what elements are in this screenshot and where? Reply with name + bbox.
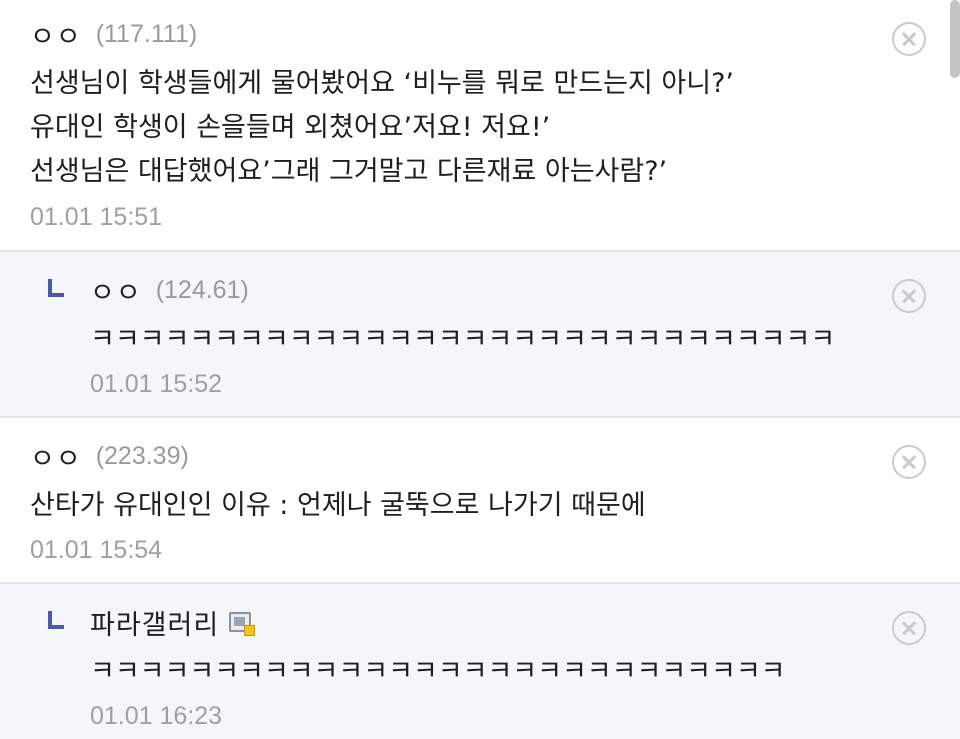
comment-timestamp: 01.01 15:54 [30, 536, 163, 564]
comment-text: 산타가 유대인인 이유 : 언제나 굴뚝으로 나가기 때문에 [30, 484, 646, 528]
reply-item: ㅇㅇ (124.61) ㅋㅋㅋㅋㅋㅋㅋㅋㅋㅋㅋㅋㅋㅋㅋㅋㅋㅋㅋㅋㅋㅋㅋㅋㅋㅋㅋㅋ… [0, 252, 960, 418]
delete-comment-icon[interactable] [892, 445, 926, 479]
comment-line: 유대인 학생이 손을들며 외쳤어요’저요! 저요!’ [30, 112, 551, 143]
reply-arrow-icon [48, 611, 64, 629]
comment-line: 선생님이 학생들에게 물어봤어요 ‘비누를 뭐로 만드는지 아니?’ [30, 68, 734, 99]
comment-text: ㅋㅋㅋㅋㅋㅋㅋㅋㅋㅋㅋㅋㅋㅋㅋㅋㅋㅋㅋㅋㅋㅋㅋㅋㅋㅋㅋㅋㅋㅋ [90, 318, 835, 362]
comment-text: 선생님이 학생들에게 물어봤어요 ‘비누를 뭐로 만드는지 아니?’ 유대인 학… [30, 62, 734, 194]
gallery-member-icon [229, 612, 256, 636]
comment-header: ㅇㅇ (223.39) [30, 437, 189, 476]
comment-list: ㅇㅇ (117.111) 선생님이 학생들에게 물어봤어요 ‘비누를 뭐로 만드… [0, 0, 960, 739]
comment-line: 선생님은 대답했어요’그래 그거말고 다른재료 아는사람?’ [30, 156, 668, 187]
reply-item: 파라갤러리 ㅋㅋㅋㅋㅋㅋㅋㅋㅋㅋㅋㅋㅋㅋㅋㅋㅋㅋㅋㅋㅋㅋㅋㅋㅋㅋㅋㅋ 01.01… [0, 584, 960, 739]
comment-nickname[interactable]: ㅇㅇ [90, 271, 142, 310]
comment-line: 산타가 유대인인 이유 : 언제나 굴뚝으로 나가기 때문에 [30, 490, 646, 521]
comment-nickname[interactable]: 파라갤러리 [90, 603, 219, 642]
scrollbar[interactable] [950, 0, 960, 78]
comment-line: ㅋㅋㅋㅋㅋㅋㅋㅋㅋㅋㅋㅋㅋㅋㅋㅋㅋㅋㅋㅋㅋㅋㅋㅋㅋㅋㅋㅋㅋㅋ [90, 324, 836, 355]
comment-ip: (124.61) [155, 275, 249, 304]
comment-timestamp: 01.01 15:52 [90, 370, 223, 398]
comment-text: ㅋㅋㅋㅋㅋㅋㅋㅋㅋㅋㅋㅋㅋㅋㅋㅋㅋㅋㅋㅋㅋㅋㅋㅋㅋㅋㅋㅋ [90, 650, 786, 694]
comment-header: 파라갤러리 [48, 603, 256, 642]
comment-nickname[interactable]: ㅇㅇ [30, 437, 82, 476]
comment-timestamp: 01.01 16:23 [90, 702, 223, 730]
comment-item: ㅇㅇ (117.111) 선생님이 학생들에게 물어봤어요 ‘비누를 뭐로 만드… [0, 0, 960, 252]
comment-item: ㅇㅇ (223.39) 산타가 유대인인 이유 : 언제나 굴뚝으로 나가기 때… [0, 418, 960, 584]
delete-comment-icon[interactable] [892, 22, 926, 56]
comment-ip: (223.39) [95, 441, 189, 470]
comment-line: ㅋㅋㅋㅋㅋㅋㅋㅋㅋㅋㅋㅋㅋㅋㅋㅋㅋㅋㅋㅋㅋㅋㅋㅋㅋㅋㅋㅋ [90, 656, 786, 687]
comment-ip: (117.111) [95, 19, 198, 48]
comment-header: ㅇㅇ (124.61) [48, 271, 249, 310]
comment-nickname[interactable]: ㅇㅇ [30, 15, 82, 54]
delete-comment-icon[interactable] [892, 279, 926, 313]
delete-comment-icon[interactable] [892, 611, 926, 645]
reply-arrow-icon [48, 279, 64, 297]
comment-timestamp: 01.01 15:51 [30, 203, 163, 231]
comment-header: ㅇㅇ (117.111) [30, 15, 198, 54]
